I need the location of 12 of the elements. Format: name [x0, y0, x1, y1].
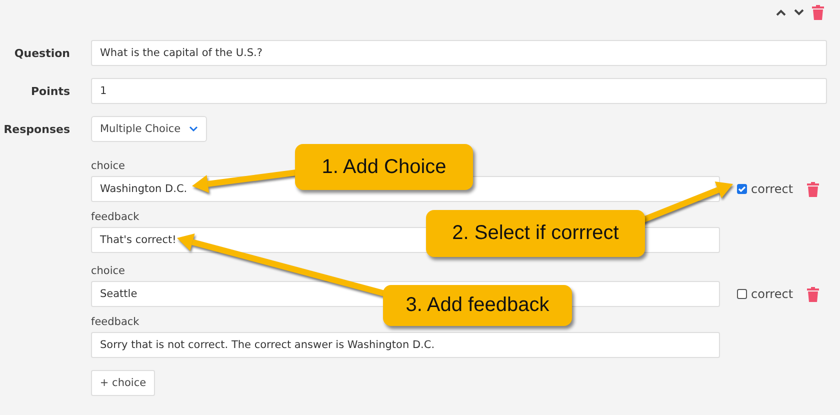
correct-label: correct: [751, 182, 794, 196]
callout-tooltip: 2. Select if corrrect: [426, 210, 645, 257]
feedback-label: feedback: [91, 316, 140, 329]
points-label: Points: [30, 84, 70, 98]
callout-tooltip: 3. Add feedback: [383, 285, 572, 326]
correct-label: correct: [751, 287, 794, 301]
choice-label: choice: [91, 160, 126, 173]
callout-tooltip: 1. Add Choice: [295, 144, 473, 190]
feedback-label: feedback: [91, 211, 140, 224]
responses-label: Responses: [2, 122, 70, 136]
choice-label: choice: [91, 265, 126, 278]
question-label: Question: [13, 46, 70, 60]
